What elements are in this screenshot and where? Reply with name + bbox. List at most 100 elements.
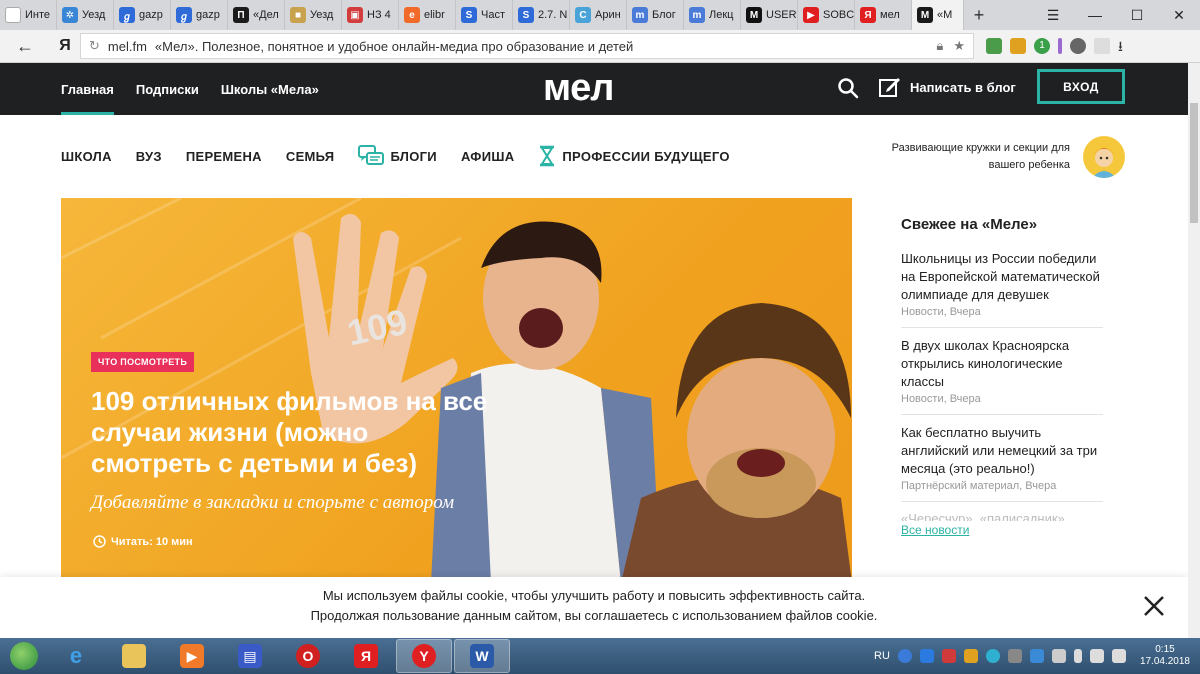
clock[interactable]: 0:15 17.04.2018 — [1140, 644, 1190, 668]
taskbar-floppy-icon[interactable]: ▤ — [222, 639, 278, 673]
browser-tab[interactable]: M USER — [741, 0, 798, 30]
flag-icon[interactable] — [1051, 649, 1066, 663]
nav-subscriptions[interactable]: Подписки — [136, 63, 199, 115]
taskbar-opera-icon[interactable]: O — [280, 639, 336, 673]
browser-tab[interactable]: m Блог — [627, 0, 684, 30]
menu-icon[interactable]: ☰ — [1032, 0, 1074, 30]
news-meta: Новости, Вчера — [901, 306, 981, 318]
taskbar-yandex-icon[interactable]: Я — [338, 639, 394, 673]
download-icon[interactable]: ⭳ — [1118, 38, 1134, 54]
nav-home[interactable]: Главная — [61, 63, 114, 115]
volume-icon[interactable] — [1111, 649, 1126, 663]
browser-tab[interactable]: e elibr — [399, 0, 456, 30]
browser-tab[interactable]: ℊ gazp — [171, 0, 228, 30]
category-blogs[interactable]: БЛОГИ — [358, 145, 437, 167]
tray-app-icon[interactable] — [985, 649, 1000, 663]
news-title[interactable]: Как бесплатно выучить английский или нем… — [901, 424, 1103, 478]
back-arrow-icon[interactable]: ← — [0, 36, 50, 57]
browser-tab[interactable]: S 2.7. N — [513, 0, 570, 30]
news-item[interactable]: Школьницы из России победили на Европейс… — [901, 250, 1103, 328]
site-logo[interactable]: мел — [543, 67, 614, 110]
extension-badge[interactable]: 1 — [1034, 38, 1050, 54]
tab-label: «Дел — [253, 9, 279, 21]
close-window-icon[interactable]: ✕ — [1158, 0, 1200, 30]
hero-subtitle: Добавляйте в закладки и спорьте с авторо… — [91, 492, 455, 513]
tab-label: Лекц — [709, 9, 734, 21]
category-events[interactable]: АФИША — [461, 149, 514, 164]
nav-schools[interactable]: Школы «Мела» — [221, 63, 319, 115]
page-scrollbar[interactable] — [1188, 63, 1200, 638]
category-break[interactable]: ПЕРЕМЕНА — [186, 149, 262, 164]
taskbar-ie-icon[interactable]: e — [48, 639, 104, 673]
browser-tab[interactable]: ■ Уезд — [285, 0, 342, 30]
new-tab-button[interactable]: + — [964, 0, 994, 30]
tray-app-icon[interactable] — [941, 649, 956, 663]
browser-tab[interactable]: ▣ НЗ 4 — [342, 0, 399, 30]
all-news-link[interactable]: Все новости — [901, 523, 969, 537]
maximize-icon[interactable]: ☐ — [1116, 0, 1158, 30]
tab-favicon-icon: С — [575, 7, 591, 23]
browser-tab[interactable]: ▶ SOBC — [798, 0, 855, 30]
category-label: ПЕРЕМЕНА — [185, 148, 262, 164]
taskbar-word-icon[interactable]: W — [454, 639, 510, 673]
category-future-professions[interactable]: ПРОФЕССИИ БУДУЩЕГО — [538, 145, 729, 167]
hero-title[interactable]: 109 отличных фильмов на все случаи жизни… — [91, 386, 491, 479]
pen-extension-icon[interactable] — [1058, 38, 1062, 54]
news-title[interactable]: Школьницы из России победили на Европейс… — [901, 250, 1103, 304]
bulb-extension-icon[interactable] — [1070, 38, 1086, 54]
browser-tab[interactable]: Ямел — [855, 0, 912, 30]
reload-icon[interactable]: ↻ — [89, 38, 100, 54]
dropbox-icon[interactable] — [919, 649, 934, 663]
browser-tab[interactable]: С Арин — [570, 0, 627, 30]
close-icon[interactable] — [1141, 593, 1167, 619]
news-item[interactable]: В двух школах Красноярска открылись кино… — [901, 337, 1103, 415]
write-blog-button[interactable]: Написать в блог — [878, 75, 1016, 99]
tray-app-icon[interactable] — [1007, 649, 1022, 663]
tab-favicon-icon: П — [233, 7, 249, 23]
browser-tab[interactable]: ℊ gazp — [114, 0, 171, 30]
category-school[interactable]: ШКОЛА — [61, 149, 112, 164]
promo-avatar[interactable] — [1083, 136, 1125, 178]
browser-tab[interactable]: П «Дел — [228, 0, 285, 30]
search-icon[interactable] — [837, 77, 859, 99]
browser-tab[interactable]: Инте — [0, 0, 57, 30]
tab-favicon-icon: ℊ — [176, 7, 192, 23]
taskbar-explorer-icon[interactable] — [106, 639, 162, 673]
browser-tab[interactable]: S Част — [456, 0, 513, 30]
tray-app-icon[interactable] — [963, 649, 978, 663]
browser-tab[interactable]: M «М — [912, 0, 964, 30]
shield-extension-icon[interactable] — [986, 38, 1002, 54]
hero-category-badge[interactable]: ЧТО ПОСМОТРЕТЬ — [91, 352, 195, 372]
start-button[interactable] — [0, 638, 48, 674]
taskbar-yandex-browser-icon[interactable]: Y — [396, 639, 452, 673]
language-indicator[interactable]: RU — [874, 650, 890, 662]
url-host: mel.fm — [107, 38, 147, 54]
cookie-text: Мы используем файлы cookie, чтобы улучши… — [0, 586, 1188, 626]
network-icon[interactable] — [1089, 649, 1104, 663]
minimize-icon[interactable]: — — [1074, 0, 1116, 30]
taskbar-media-icon[interactable]: ▶ — [164, 639, 220, 673]
category-university[interactable]: ВУЗ — [136, 149, 162, 164]
login-button[interactable]: ВХОД — [1037, 69, 1125, 104]
category-family[interactable]: СЕМЬЯ — [286, 149, 335, 164]
help-icon[interactable] — [897, 649, 912, 663]
browser-tab[interactable]: m Лекц — [684, 0, 741, 30]
tab-favicon-icon: m — [689, 7, 705, 23]
lock-icon[interactable]: 🔒︎ — [936, 38, 943, 54]
tab-favicon-icon: M — [917, 7, 933, 23]
page-extension-icon[interactable] — [1094, 38, 1110, 54]
battery-icon[interactable] — [1073, 649, 1082, 663]
extensions-area: 1 ⭳ — [986, 38, 1134, 54]
news-title[interactable]: В двух школах Красноярска открылись кино… — [901, 337, 1103, 391]
tray-app-icon[interactable] — [1029, 649, 1044, 663]
yandex-button[interactable]: Я — [50, 37, 80, 55]
news-item[interactable]: Как бесплатно выучить английский или нем… — [901, 424, 1103, 502]
hero-article-card[interactable]: 109 ЧТО ПОСМОТРЕТЬ 109 отличных фильмов … — [61, 198, 852, 583]
faded-news-item[interactable]: «Чересчур», «палисадник» — [901, 511, 1103, 521]
browser-tab[interactable]: ✲ Уезд — [57, 0, 114, 30]
url-field[interactable]: ↻ mel.fm «Мел». Полезное, понятное и удо… — [80, 33, 974, 59]
bookmark-star-icon[interactable]: ★ — [953, 38, 965, 54]
promo-text[interactable]: Развивающие кружки и секции для вашего р… — [860, 140, 1070, 174]
translate-extension-icon[interactable] — [1010, 38, 1026, 54]
scrollbar-thumb[interactable] — [1190, 103, 1198, 223]
